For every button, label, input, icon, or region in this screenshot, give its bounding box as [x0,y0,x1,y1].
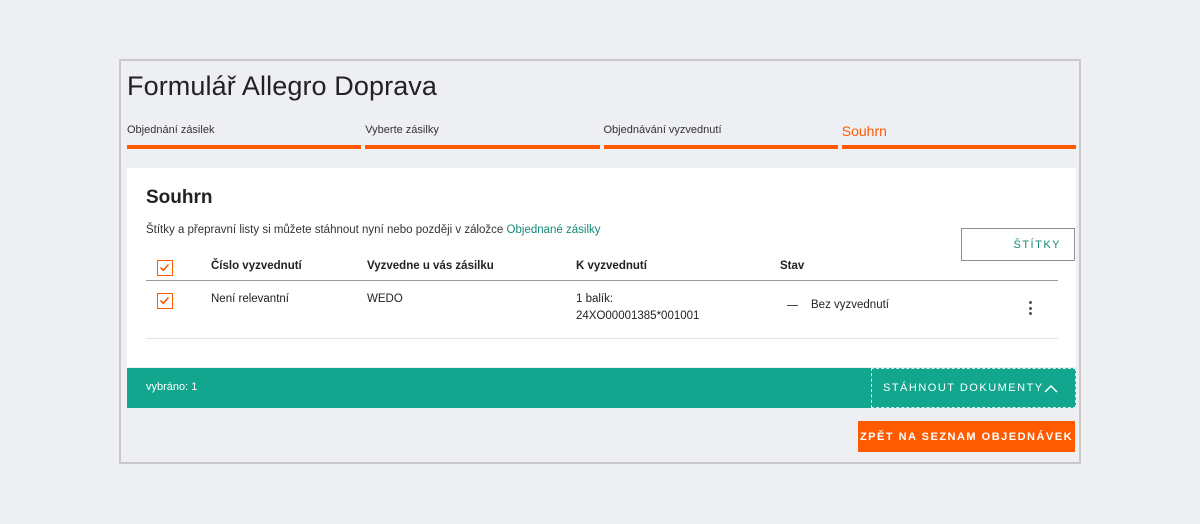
header-pickup-number: Číslo vyzvednutí [211,260,302,272]
more-options-icon[interactable] [1026,301,1034,319]
step-label: Objednání zásilek [127,124,215,136]
page-title: Formulář Allegro Doprava [127,71,438,101]
header-to-pickup: K vyzvednutí [576,260,647,272]
selection-count: vybráno: 1 [146,381,198,393]
download-documents-label: STÁHNOUT DOKUMENTY [883,382,1044,394]
check-icon [159,296,170,305]
row-checkbox[interactable] [157,293,173,309]
step-label: Objednávání vyzvednutí [603,124,722,136]
labels-button[interactable]: ŠTÍTKY [961,228,1075,261]
step-progress-bar [603,145,838,149]
header-picked-by: Vyzvedne u vás zásilku [367,260,494,272]
cell-to-pickup-line2: 24XO00001385*001001 [576,310,700,322]
chevron-up-icon [1044,384,1058,393]
cell-pickup-number: Není relevantní [211,293,289,305]
step-label: Souhrn [841,123,887,139]
step-progress-bar [365,145,600,149]
step-label: Vyberte zásilky [365,124,439,136]
header-status: Stav [780,260,805,272]
cell-picked-by: WEDO [367,293,403,305]
step-order-shipments: Objednání zásilek [127,122,362,152]
step-progress-bar [841,145,1076,149]
form-frame: Formulář Allegro Doprava Objednání zásil… [119,59,1081,464]
info-text: Štítky a přepravní listy si můžete stáhn… [146,224,504,236]
selection-bar: vybráno: 1 STÁHNOUT DOKUMENTY [127,368,1076,408]
download-documents-button[interactable]: STÁHNOUT DOKUMENTY [871,368,1076,408]
step-summary: Souhrn [841,122,1076,152]
status-dash-icon [787,305,798,306]
table-row[interactable]: Není relevantní WEDO 1 balík: 24XO000013… [146,282,1058,339]
step-order-pickup: Objednávání vyzvednutí [603,122,838,152]
cell-to-pickup-line1: 1 balík: [576,293,614,305]
select-all-checkbox[interactable] [157,260,173,276]
summary-heading: Souhrn [146,187,213,208]
step-progress-bar [127,145,362,149]
table-header: Číslo vyzvednutí Vyzvedne u vás zásilku … [146,252,1058,281]
stepper: Objednání zásilek Vyberte zásilky Objedn… [127,122,1076,152]
summary-card: Souhrn Štítky a přepravní listy si můžet… [127,168,1076,367]
summary-info: Štítky a přepravní listy si můžete stáhn… [146,224,601,236]
back-to-orders-button[interactable]: ZPĚT NA SEZNAM OBJEDNÁVEK [858,421,1075,452]
cell-status: Bez vyzvednutí [811,299,889,311]
check-icon [159,263,170,272]
ordered-shipments-link[interactable]: Objednané zásilky [507,224,601,236]
step-select-shipments: Vyberte zásilky [365,122,600,152]
